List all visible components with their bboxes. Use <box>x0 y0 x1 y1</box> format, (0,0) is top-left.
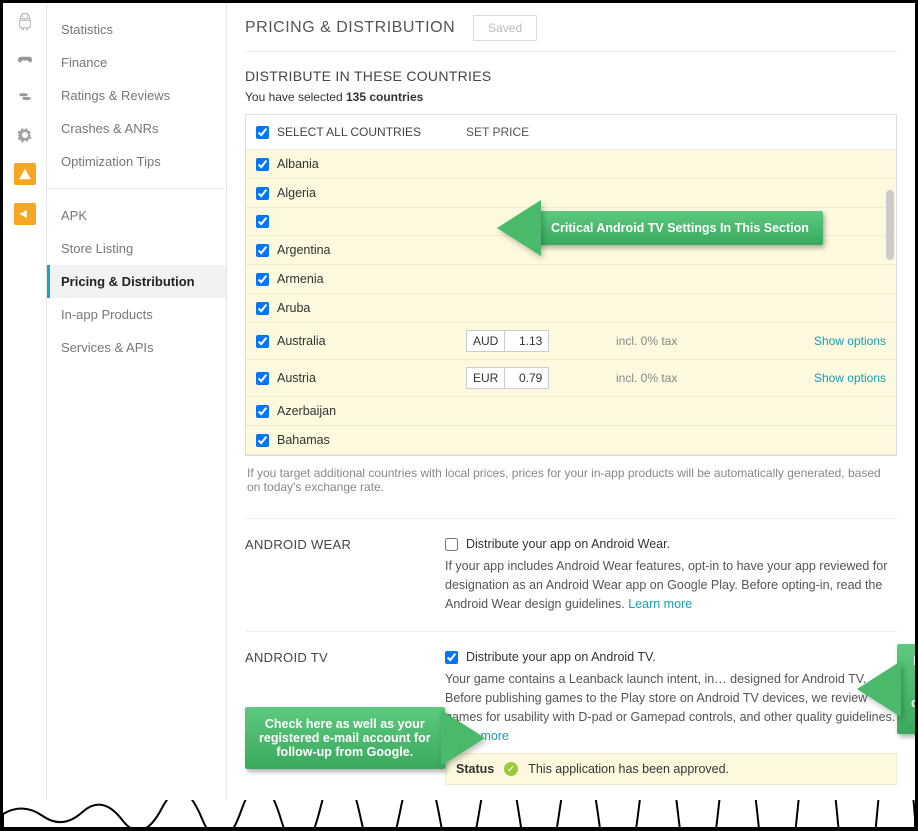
icon-rail <box>3 3 47 828</box>
sidebar-divider <box>47 188 226 189</box>
country-checkbox[interactable] <box>256 372 269 385</box>
country-row: Bahamas <box>246 426 896 455</box>
country-row: Azerbaijan <box>246 397 896 426</box>
sidebar-item-apk[interactable]: APK <box>47 199 226 232</box>
selected-count-line: You have selected 135 countries <box>245 90 897 104</box>
android-wear-learn-more-link[interactable]: Learn more <box>628 597 692 611</box>
country-name: Argentina <box>277 243 331 257</box>
distribute-section-title: DISTRIBUTE IN THESE COUNTRIES <box>245 68 897 84</box>
android-wear-row: ANDROID WEAR Distribute your app on Andr… <box>245 518 897 631</box>
sidebar: StatisticsFinanceRatings & ReviewsCrashe… <box>47 3 227 828</box>
country-table-header: SELECT ALL COUNTRIES SET PRICE <box>246 115 896 150</box>
coins-icon[interactable] <box>15 87 35 107</box>
country-checkbox[interactable] <box>256 302 269 315</box>
country-name: Bahamas <box>277 433 330 447</box>
android-tv-learn-more-link[interactable]: Learn more <box>445 729 509 743</box>
select-all-checkbox[interactable] <box>256 126 269 139</box>
approved-check-icon <box>504 762 518 776</box>
android-wear-checkbox-label: Distribute your app on Android Wear. <box>466 537 670 551</box>
country-row: Aruba <box>246 294 896 323</box>
sidebar-item-statistics[interactable]: Statistics <box>47 13 226 46</box>
country-checkbox[interactable] <box>256 158 269 171</box>
country-name: Azerbaijan <box>277 404 336 418</box>
country-row: Algeria <box>246 179 896 208</box>
sidebar-item-optimization[interactable]: Optimization Tips <box>47 145 226 178</box>
android-tv-title: ANDROID TV <box>245 650 445 785</box>
gamepad-icon[interactable] <box>15 49 35 69</box>
android-tv-checkbox[interactable] <box>445 651 458 664</box>
country-name: Austria <box>277 371 316 385</box>
announcement-badge-icon[interactable] <box>14 203 36 225</box>
country-name: Algeria <box>277 186 316 200</box>
torn-edge-decoration <box>3 800 915 828</box>
tax-label: incl. 0% tax <box>616 371 677 385</box>
sidebar-item-crashes[interactable]: Crashes & ANRs <box>47 112 226 145</box>
country-row: Australia AUD1.13 incl. 0% tax Show options <box>246 323 896 360</box>
sidebar-item-ratings[interactable]: Ratings & Reviews <box>47 79 226 112</box>
country-name: Armenia <box>277 272 324 286</box>
country-checkbox[interactable] <box>256 244 269 257</box>
country-checkbox[interactable] <box>256 434 269 447</box>
page-title: PRICING & DISTRIBUTION <box>245 19 455 37</box>
select-all-label: SELECT ALL COUNTRIES <box>277 125 421 139</box>
callout-check-this: Make sure you check this. <box>897 644 915 734</box>
android-wear-title: ANDROID WEAR <box>245 537 445 613</box>
tax-label: incl. 0% tax <box>616 334 677 348</box>
country-row: Austria EUR0.79 incl. 0% tax Show options <box>246 360 896 397</box>
country-name: Albania <box>277 157 319 171</box>
show-options-link[interactable]: Show options <box>814 371 886 385</box>
sidebar-item-pricing[interactable]: Pricing & Distribution <box>47 265 226 298</box>
country-table: SELECT ALL COUNTRIES SET PRICE AlbaniaAl… <box>245 114 897 456</box>
saved-chip: Saved <box>473 15 537 41</box>
country-checkbox[interactable] <box>256 335 269 348</box>
price-currency: EUR <box>466 367 505 389</box>
price-value[interactable]: 1.13 <box>505 330 549 352</box>
country-checkbox[interactable] <box>256 273 269 286</box>
country-name: Aruba <box>277 301 310 315</box>
main-content: PRICING & DISTRIBUTION Saved DISTRIBUTE … <box>227 3 915 828</box>
country-row: Argentina <box>246 236 896 265</box>
alert-badge-icon[interactable] <box>14 163 36 185</box>
scrollbar-thumb[interactable] <box>886 190 894 260</box>
status-label: Status <box>456 762 494 776</box>
sidebar-item-iap[interactable]: In-app Products <box>47 298 226 331</box>
android-tv-status-box: Status This application has been approve… <box>445 753 897 785</box>
sidebar-item-services[interactable]: Services & APIs <box>47 331 226 364</box>
country-scroll[interactable]: Albania Algeria Argentina Armenia Aruba Austr… <box>246 150 896 455</box>
status-text: This application has been approved. <box>528 762 729 776</box>
country-row: Armenia <box>246 265 896 294</box>
price-currency: AUD <box>466 330 505 352</box>
gear-icon[interactable] <box>15 125 35 145</box>
country-checkbox[interactable] <box>256 405 269 418</box>
set-price-label: SET PRICE <box>466 125 529 139</box>
android-tv-desc: Your game contains a Leanback launch int… <box>445 670 897 745</box>
country-row <box>246 208 896 236</box>
android-tv-checkbox-label: Distribute your app on Android TV. <box>466 650 656 664</box>
android-wear-checkbox[interactable] <box>445 538 458 551</box>
price-value[interactable]: 0.79 <box>505 367 549 389</box>
sidebar-item-store-listing[interactable]: Store Listing <box>47 232 226 265</box>
country-name: Australia <box>277 334 326 348</box>
country-row: Albania <box>246 150 896 179</box>
selected-prefix: You have selected <box>245 90 346 104</box>
sidebar-item-finance[interactable]: Finance <box>47 46 226 79</box>
country-checkbox[interactable] <box>256 215 269 228</box>
show-options-link[interactable]: Show options <box>814 334 886 348</box>
android-tv-row: ANDROID TV Distribute your app on Androi… <box>245 631 897 803</box>
selected-count: 135 countries <box>346 90 423 104</box>
country-checkbox[interactable] <box>256 187 269 200</box>
android-wear-desc: If your app includes Android Wear featur… <box>445 557 897 613</box>
pricing-note: If you target additional countries with … <box>247 466 895 494</box>
android-icon[interactable] <box>15 11 35 31</box>
